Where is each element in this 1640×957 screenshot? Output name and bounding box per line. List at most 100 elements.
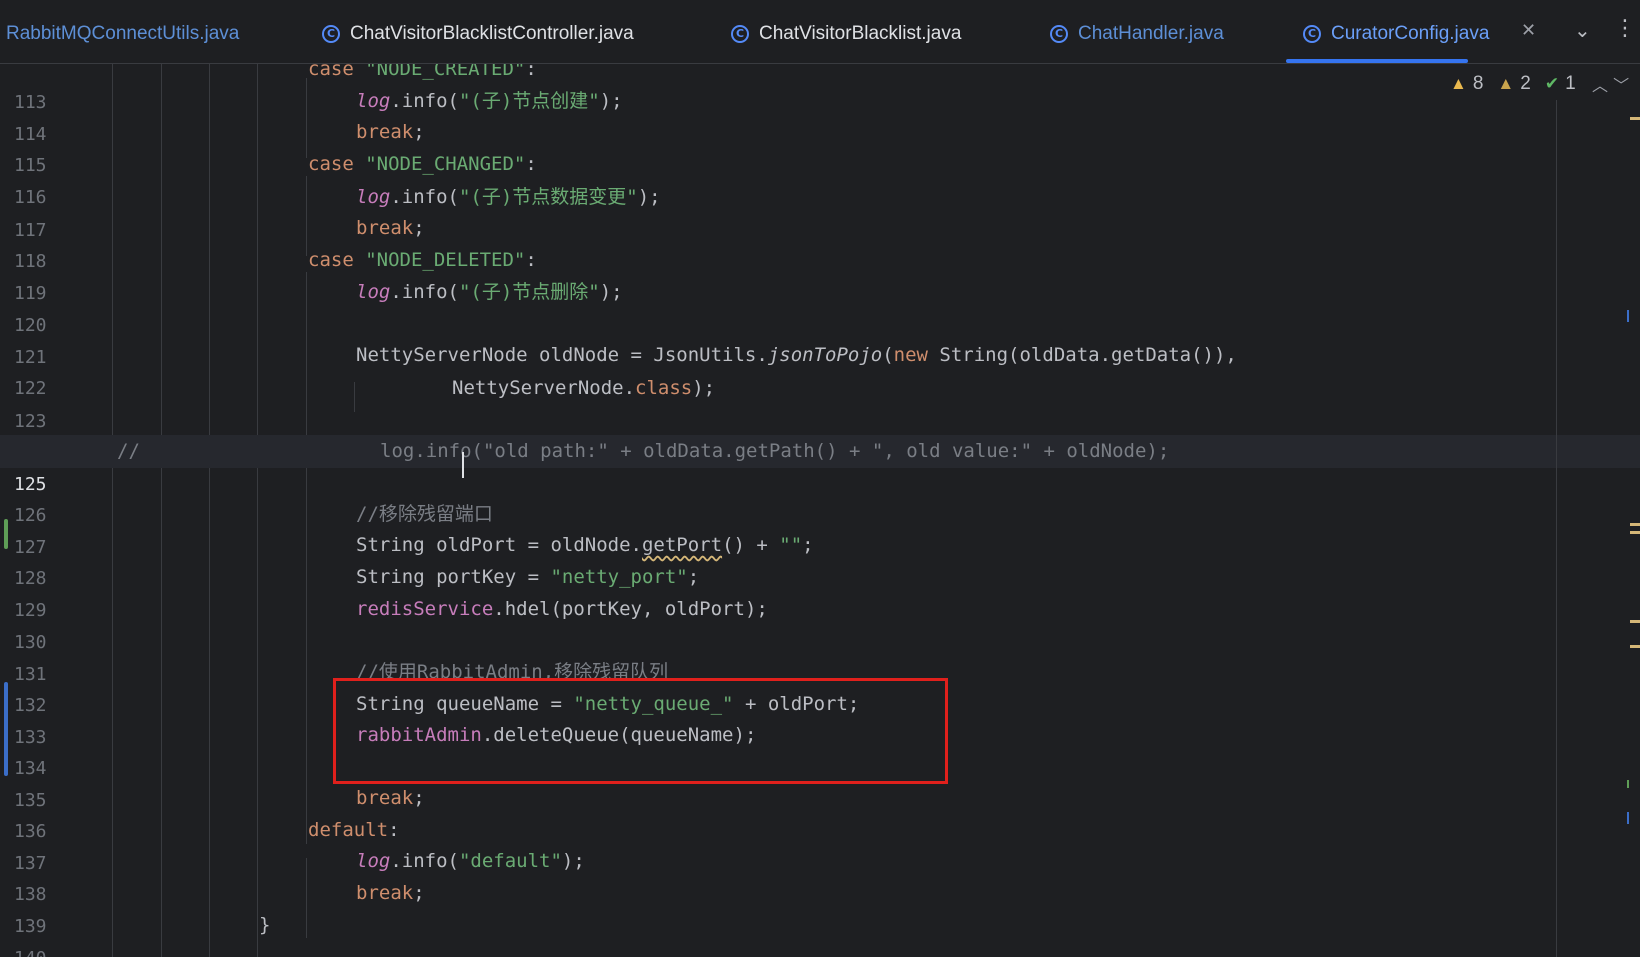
navigation-arrows[interactable]: ︿ ﹀ xyxy=(1592,72,1629,96)
string-literal: "(子)节点创建" xyxy=(458,90,600,112)
tab-label: CuratorConfig.java xyxy=(1331,23,1490,44)
code-line: 138 log.info("default"); xyxy=(0,845,1640,905)
code-text: : xyxy=(525,249,537,271)
chevron-down-icon[interactable]: ⌄ xyxy=(1574,18,1591,42)
scrollbar-warning-marker[interactable] xyxy=(1630,531,1640,534)
string-literal: "NODE_CHANGED" xyxy=(365,153,526,175)
code-line: 127 //移除残留端口 xyxy=(0,498,1640,558)
field-ref: rabbitAdmin xyxy=(356,724,482,746)
code-text: ; xyxy=(687,566,700,588)
weak-warning-icon: ▲ xyxy=(1497,74,1515,93)
code-line: 134 rabbitAdmin.deleteQueue(queueName); xyxy=(0,719,1640,779)
code-line: 115 break; xyxy=(0,116,1640,176)
code-text: NettyServerNode. xyxy=(452,377,636,399)
tab-label: ChatVisitorBlacklist.java xyxy=(759,23,962,44)
code-line: 139 break; xyxy=(0,877,1640,937)
scrollbar-change-marker[interactable] xyxy=(1627,812,1629,824)
code-line: 135 xyxy=(0,751,1640,811)
code-text: ( xyxy=(882,344,894,366)
scrollbar-warning-marker[interactable] xyxy=(1630,117,1640,120)
code-line: 130 redisService.hdel(portKey, oldPort); xyxy=(0,593,1640,653)
code-line: 136 break; xyxy=(0,782,1640,842)
chevron-up-icon[interactable]: ︿ xyxy=(1592,76,1608,95)
current-line: 125 // log.info("old path:" + oldData.ge… xyxy=(0,435,1640,495)
keyword: new xyxy=(893,344,928,366)
code-line: 123 NettyServerNode.class); xyxy=(0,372,1640,432)
log-field: log xyxy=(356,90,391,112)
check-icon: ✔ xyxy=(1544,74,1560,93)
scrollbar-warning-marker[interactable] xyxy=(1630,645,1640,648)
code-text: } xyxy=(259,914,271,936)
code-line: 116 case "NODE_CHANGED": xyxy=(0,148,1640,208)
string-literal: "(子)节点删除" xyxy=(458,281,600,303)
tab-chat-handler[interactable]: C ChatHandler.java xyxy=(1050,18,1224,50)
string-literal: "(子)节点数据变更" xyxy=(458,186,638,208)
code-line: 129 String portKey = "netty_port"; xyxy=(0,561,1640,621)
string-literal: "default" xyxy=(458,850,562,872)
code-line: 120 log.info("(子)节点删除"); xyxy=(0,276,1640,336)
code-text: String(oldData.getData()), xyxy=(927,344,1237,366)
chevron-down-icon[interactable]: ﹀ xyxy=(1613,76,1629,95)
code-text: .deleteQueue(queueName); xyxy=(481,724,757,746)
tab-curator-config[interactable]: C CuratorConfig.java xyxy=(1303,18,1489,50)
method-call-warning[interactable]: getPort xyxy=(642,534,722,556)
tab-chat-visitor-blacklist-controller[interactable]: C ChatVisitorBlacklistController.java xyxy=(322,18,634,50)
more-options-icon[interactable]: ⋮ xyxy=(1614,16,1636,41)
code-line: 137 default: xyxy=(0,814,1640,874)
code-line: 126 xyxy=(0,466,1640,526)
inspection-widget[interactable]: ▲ 8 ▲ 2 ✔ 1 xyxy=(1450,72,1576,96)
scrollbar-change-marker[interactable] xyxy=(1627,310,1629,322)
code-text: ); xyxy=(692,377,716,399)
code-text: .info( xyxy=(390,186,459,208)
line-number: 140 xyxy=(14,942,54,957)
tab-chat-visitor-blacklist[interactable]: C ChatVisitorBlacklist.java xyxy=(731,18,961,50)
code-text: ; xyxy=(413,121,425,143)
code-text: NettyServerNode oldNode = JsonUtils. xyxy=(356,344,768,366)
scrollbar-warning-marker[interactable] xyxy=(1630,523,1640,526)
code-line: 121 xyxy=(0,308,1640,368)
comment: //移除残留端口 xyxy=(356,503,493,525)
code-editor[interactable]: 113 case "NODE_CREATED": 114 log.info("(… xyxy=(0,64,1640,957)
code-text: String oldPort = oldNode. xyxy=(356,534,642,556)
editor-tab-bar: RabbitMQConnectUtils.java C ChatVisitorB… xyxy=(0,0,1640,64)
log-field: log xyxy=(356,186,391,208)
field-ref: redisService xyxy=(356,598,494,620)
keyword: break xyxy=(356,121,414,143)
code-text: : xyxy=(525,153,537,175)
keyword: break xyxy=(356,217,414,239)
keyword: default xyxy=(308,819,389,841)
keyword: case xyxy=(308,64,354,80)
scrollbar-warning-marker[interactable] xyxy=(1630,620,1640,623)
code-text: .info( xyxy=(390,90,459,112)
weak-warning-count: 2 xyxy=(1520,73,1531,94)
class-icon: C xyxy=(731,25,749,43)
string-literal: "NODE_DELETED" xyxy=(365,249,526,271)
tab-label: ChatVisitorBlacklistController.java xyxy=(350,23,634,44)
code-line: 114 log.info("(子)节点创建"); xyxy=(0,85,1640,145)
code-line: 133 String queueName = "netty_queue_" + … xyxy=(0,688,1640,748)
code-text: () + xyxy=(722,534,780,556)
scrollbar-added-marker[interactable] xyxy=(1627,780,1629,788)
string-literal: "netty_queue_" xyxy=(573,693,734,715)
commented-code: log.info("old path:" + oldData.getPath()… xyxy=(380,440,1170,462)
tab-rabbitmq-connect-utils[interactable]: RabbitMQConnectUtils.java xyxy=(6,18,239,50)
code-text: ); xyxy=(599,90,623,112)
close-tab-icon[interactable]: ✕ xyxy=(1521,20,1536,41)
string-literal: "netty_port" xyxy=(550,566,688,588)
code-line: 113 case "NODE_CREATED": xyxy=(0,64,1640,113)
string-literal: "" xyxy=(779,534,803,556)
string-literal: "NODE_CREATED" xyxy=(365,64,526,80)
tab-label: ChatHandler.java xyxy=(1078,23,1224,44)
code-line: 124 xyxy=(0,403,1640,463)
code-text: ; xyxy=(802,534,814,556)
comment: //使用RabbitAdmin,移除残留队列 xyxy=(356,661,669,683)
keyword: case xyxy=(308,153,354,175)
class-icon: C xyxy=(1050,25,1068,43)
code-line: 131 xyxy=(0,625,1640,685)
code-line: 140 } xyxy=(0,909,1640,957)
log-field: log xyxy=(356,850,391,872)
code-text: ); xyxy=(637,186,661,208)
warning-count: 8 xyxy=(1472,73,1484,94)
keyword: break xyxy=(356,882,414,904)
code-line: 117 log.info("(子)节点数据变更"); xyxy=(0,181,1640,241)
